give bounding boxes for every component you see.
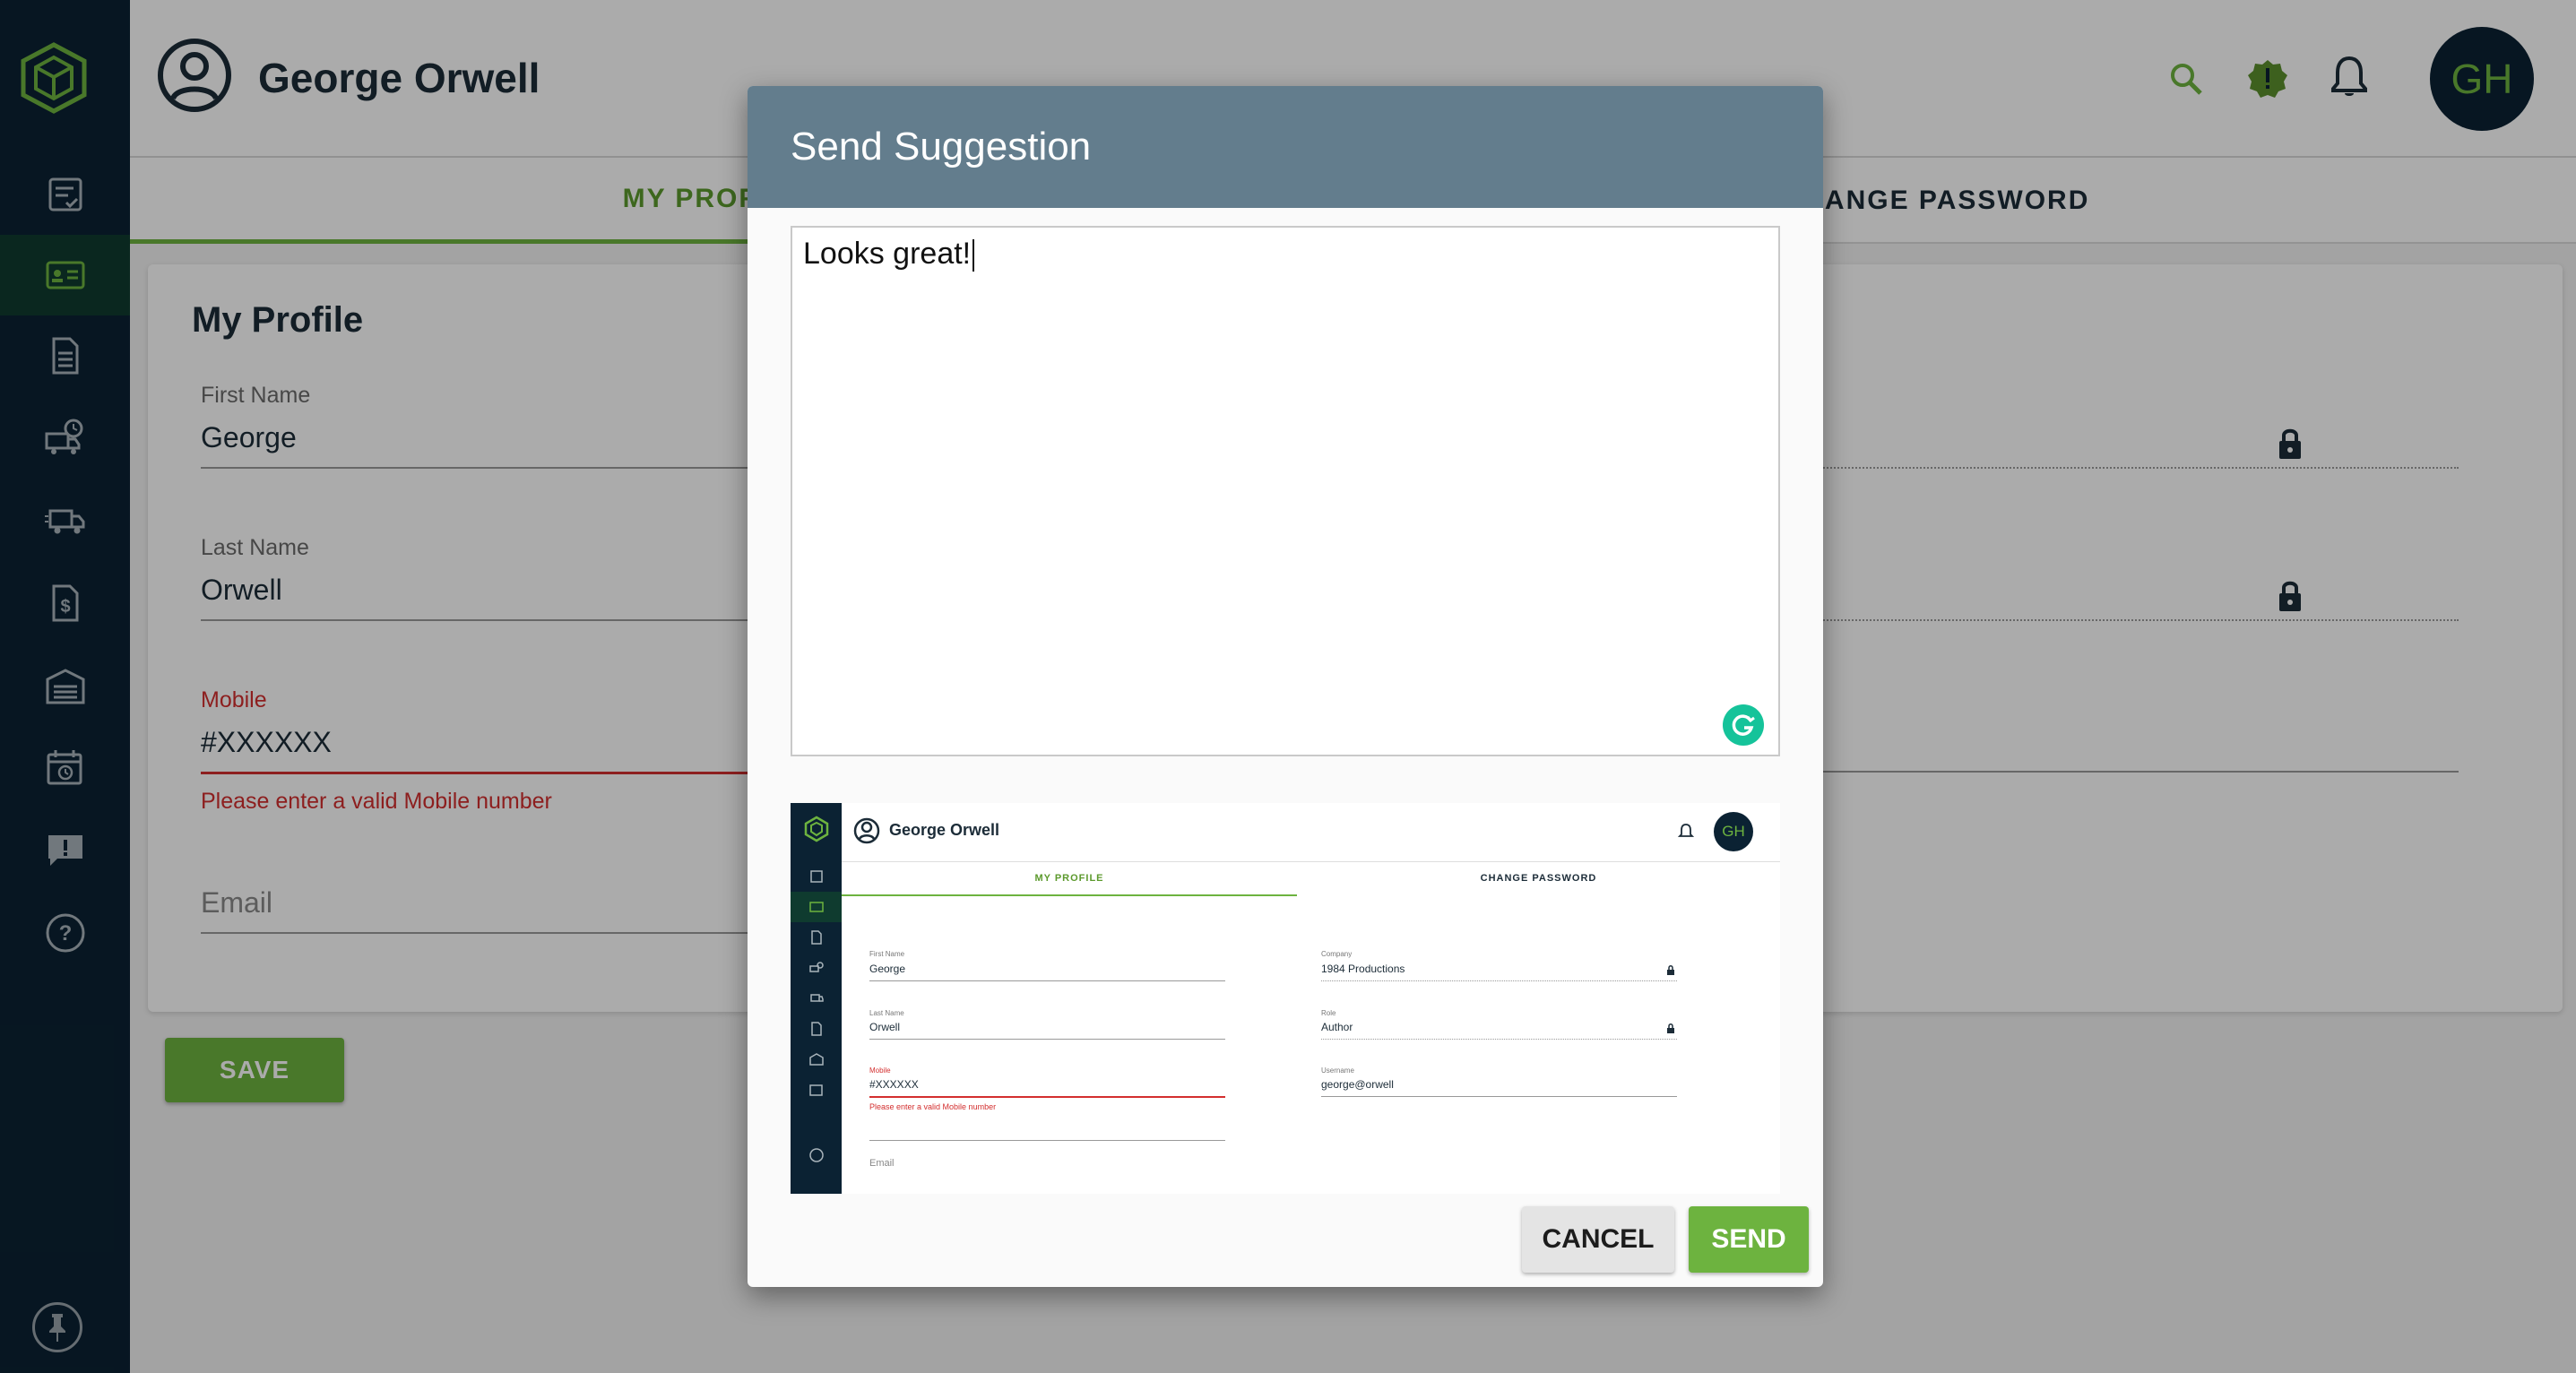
preview-avatar: GH [1714, 812, 1753, 851]
suggestion-text: Looks great! [803, 237, 972, 271]
preview-sidebar [791, 803, 842, 1194]
preview-sidebar-item [791, 861, 842, 892]
preview-sidebar-item [791, 983, 842, 1014]
preview-header-divider [842, 861, 1780, 862]
preview-email-label: Email [869, 1158, 895, 1169]
preview-sidebar-item [791, 1044, 842, 1075]
suggestion-textarea[interactable]: Looks great! [791, 226, 1780, 756]
screenshot-preview: George Orwell GH MY PROFILE CHANGE PASSW… [791, 803, 1780, 1194]
lock-icon [1667, 1023, 1674, 1033]
preview-company-label: Company [1321, 950, 1353, 958]
preview-user-name: George Orwell [889, 821, 1000, 839]
preview-role: Author [1321, 1021, 1677, 1040]
grammarly-icon [1732, 714, 1755, 736]
send-button[interactable]: SEND [1689, 1206, 1809, 1273]
document-icon [810, 930, 822, 945]
preview-sidebar-item [791, 953, 842, 983]
truck-icon [809, 994, 824, 1002]
preview-username-label: Username [1321, 1066, 1354, 1075]
dialog-actions: CANCEL SEND [1522, 1206, 1809, 1273]
preview-tab-profile: MY PROFILE [842, 873, 1297, 896]
bell-icon [1678, 824, 1694, 837]
dialog-header: Send Suggestion [748, 86, 1823, 208]
preview-sidebar-item [791, 922, 842, 953]
warehouse-icon [808, 1053, 824, 1066]
preview-email-underline [869, 1140, 1225, 1141]
preview-last-name-label: Last Name [869, 1009, 904, 1017]
preview-sidebar-item [791, 1014, 842, 1044]
preview-first-name: George [869, 963, 1225, 981]
preview-mobile-label: Mobile [869, 1066, 891, 1075]
preview-username: george@orwell [1321, 1078, 1677, 1097]
dialog-title: Send Suggestion [791, 125, 1092, 168]
preview-sidebar-item [791, 1140, 842, 1170]
logo-icon [804, 816, 829, 842]
preview-tab-password: CHANGE PASSWORD [1480, 873, 1597, 884]
preview-role-label: Role [1321, 1009, 1336, 1017]
orders-icon [809, 870, 823, 883]
shipment-clock-icon [808, 962, 824, 972]
send-suggestion-dialog: Send Suggestion Looks great! George Orwe… [748, 86, 1823, 1287]
preview-sidebar-item [791, 892, 842, 922]
preview-company: 1984 Productions [1321, 963, 1677, 981]
preview-last-name: Orwell [869, 1021, 1225, 1040]
preview-mobile-error: Please enter a valid Mobile number [869, 1102, 997, 1111]
calendar-clock-icon [808, 1084, 823, 1096]
profile-card-icon [808, 902, 824, 912]
text-cursor [972, 239, 975, 272]
cancel-button[interactable]: CANCEL [1522, 1206, 1674, 1273]
lock-icon [1667, 965, 1674, 975]
invoice-dollar-icon [810, 1022, 822, 1036]
preview-sidebar-item [791, 1075, 842, 1105]
preview-mobile: #XXXXXX [869, 1078, 1225, 1098]
help-icon [808, 1148, 824, 1162]
grammarly-button[interactable] [1723, 704, 1764, 746]
preview-first-name-label: First Name [869, 950, 905, 958]
user-circle-icon [853, 817, 880, 844]
